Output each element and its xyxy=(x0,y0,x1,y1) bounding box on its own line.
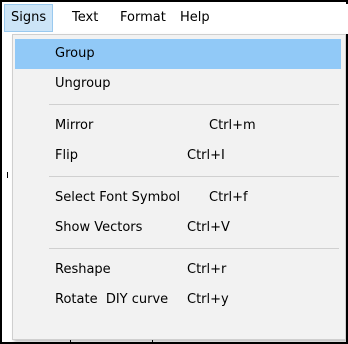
canvas-tick-mark xyxy=(7,172,8,178)
menu-item-reshape[interactable]: Reshape Ctrl+r xyxy=(15,255,341,285)
menu-item-shortcut: Ctrl+y xyxy=(187,292,229,307)
menu-text[interactable]: Text xyxy=(66,4,104,32)
menu-signs[interactable]: Signs xyxy=(4,4,54,32)
menu-item-group[interactable]: Group xyxy=(15,39,341,69)
menu-item-label: Select Font Symbol xyxy=(55,190,181,205)
menu-separator xyxy=(49,104,339,105)
menu-separator xyxy=(49,176,339,177)
menu-item-show-vectors[interactable]: Show Vectors Ctrl+V xyxy=(15,213,341,243)
menu-item-shortcut: Ctrl+m xyxy=(209,118,256,133)
menu-item-label: Flip xyxy=(55,148,78,163)
menu-item-rotate-diy-curve[interactable]: Rotate DIY curve Ctrl+y xyxy=(15,285,341,315)
menu-separator xyxy=(49,248,339,249)
menu-item-shortcut: Ctrl+I xyxy=(187,148,225,163)
menu-item-select-font-symbol[interactable]: Select Font Symbol Ctrl+f xyxy=(15,183,341,213)
menu-help[interactable]: Help xyxy=(174,4,216,32)
menu-item-ungroup[interactable]: Ungroup xyxy=(15,69,341,99)
menu-format[interactable]: Format xyxy=(114,4,172,32)
menu-item-shortcut: Ctrl+r xyxy=(187,262,227,277)
menu-item-label: Ungroup xyxy=(55,76,111,91)
menu-item-label: Group xyxy=(55,46,95,61)
menu-item-label: Mirror xyxy=(55,118,94,133)
menu-item-flip[interactable]: Flip Ctrl+I xyxy=(15,141,341,171)
app-window: Signs Text Format Help Group Ungroup Mir… xyxy=(0,0,348,344)
menu-item-shortcut: Ctrl+f xyxy=(209,190,248,205)
menu-item-label: Show Vectors xyxy=(55,220,143,235)
signs-dropdown-menu: Group Ungroup Mirror Ctrl+m Flip Ctrl+I … xyxy=(12,34,346,340)
menu-item-shortcut: Ctrl+V xyxy=(187,220,230,235)
menu-item-label: Rotate DIY curve xyxy=(55,292,169,307)
menu-item-label: Reshape xyxy=(55,262,111,277)
menu-bar: Signs Text Format Help xyxy=(4,4,348,34)
menu-item-mirror[interactable]: Mirror Ctrl+m xyxy=(15,111,341,141)
